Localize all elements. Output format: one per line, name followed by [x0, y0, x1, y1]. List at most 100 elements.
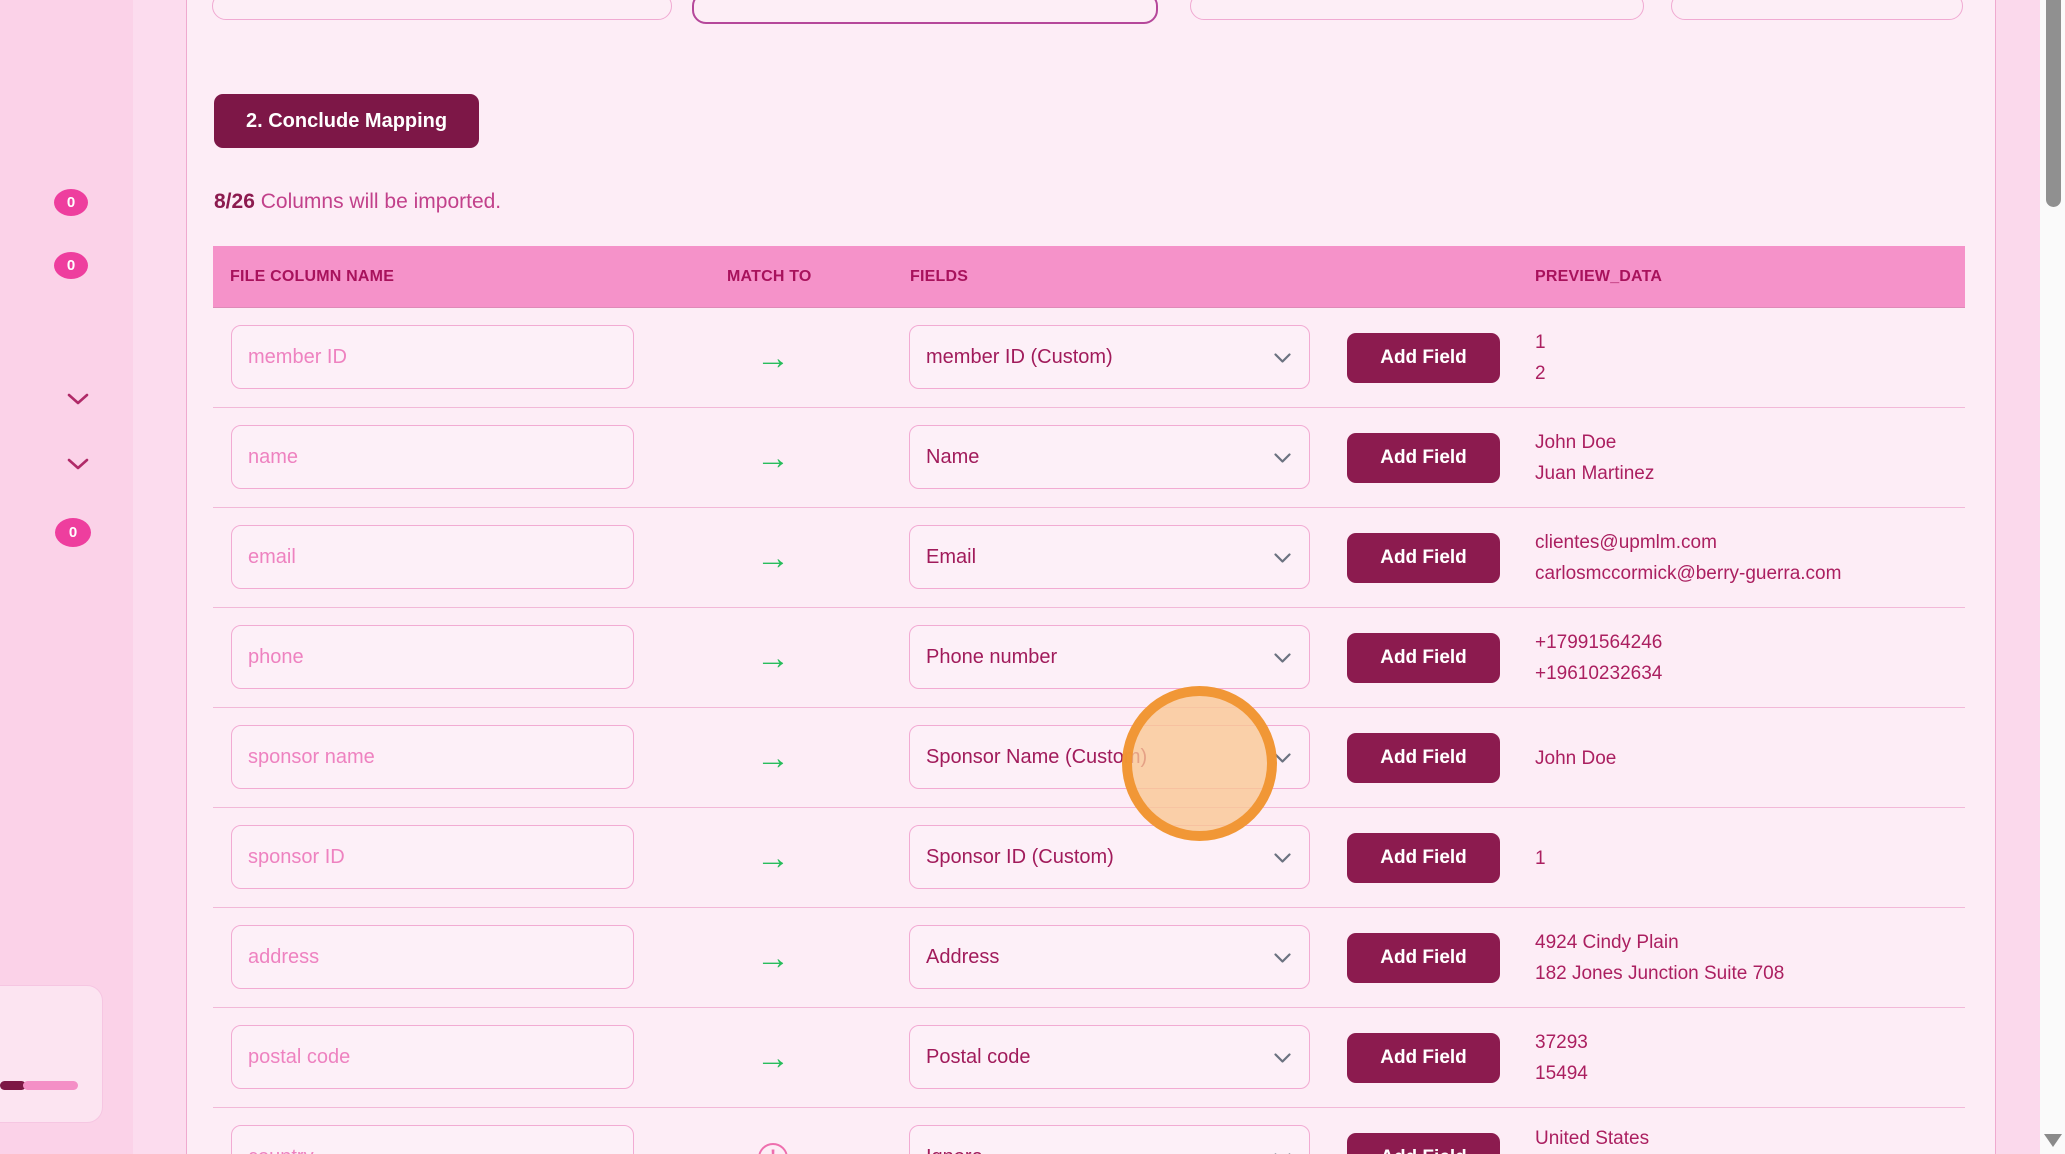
table-row: → ! Postal code Add Field 3729315494: [213, 1008, 1965, 1108]
preview-line: John Doe: [1535, 743, 1955, 774]
conclude-mapping-button[interactable]: 2. Conclude Mapping: [214, 94, 479, 148]
header-match-to: MATCH TO: [727, 246, 812, 308]
add-field-button[interactable]: Add Field: [1347, 733, 1500, 783]
match-arrow-icon: →: [756, 541, 790, 575]
file-column-input[interactable]: [231, 525, 634, 589]
field-select[interactable]: member ID (Custom): [909, 325, 1310, 389]
scrollbar-thumb[interactable]: [2046, 0, 2061, 207]
add-field-button[interactable]: Add Field: [1347, 533, 1500, 583]
field-select-value: member ID (Custom): [926, 346, 1113, 369]
field-select[interactable]: Ignore: [909, 1125, 1310, 1154]
cropped-card-focused[interactable]: [692, 0, 1158, 24]
field-select-value: Sponsor Name (Custom): [926, 746, 1147, 769]
chevron-down-icon: [1274, 753, 1291, 764]
field-select-value: Address: [926, 946, 999, 969]
column-mapping-table: FILE COLUMN NAME MATCH TO FIELDS PREVIEW…: [213, 246, 1965, 1154]
field-select[interactable]: Phone number: [909, 625, 1310, 689]
field-select-value: Email: [926, 546, 976, 569]
chevron-down-icon: [1274, 853, 1291, 864]
chevron-down-icon: [1274, 353, 1291, 364]
add-field-button[interactable]: Add Field: [1347, 433, 1500, 483]
match-arrow-icon: →: [756, 741, 790, 775]
preview-line: 182 Jones Junction Suite 708: [1535, 958, 1955, 989]
import-text: Columns will be imported.: [261, 190, 501, 213]
file-column-input[interactable]: [231, 925, 634, 989]
preview-data-cell: John DoeJuan Martinez: [1535, 408, 1955, 508]
field-select[interactable]: Postal code: [909, 1025, 1310, 1089]
add-field-button[interactable]: Add Field: [1347, 933, 1500, 983]
sidebar-secondary-rail: [133, 0, 186, 1154]
match-arrow-icon: →: [756, 641, 790, 675]
table-row: → ! Sponsor Name (Custom) Add Field John…: [213, 708, 1965, 808]
table-header-row: FILE COLUMN NAME MATCH TO FIELDS PREVIEW…: [213, 246, 1965, 308]
add-field-button[interactable]: Add Field: [1347, 633, 1500, 683]
import-summary: 8/26 Columns will be imported.: [214, 190, 501, 214]
preview-line: 1: [1535, 843, 1955, 874]
file-column-input[interactable]: [231, 1025, 634, 1089]
file-column-input[interactable]: [231, 625, 634, 689]
chevron-down-icon: [1274, 553, 1291, 564]
preview-line: 37293: [1535, 1027, 1955, 1058]
preview-line: 1: [1535, 327, 1955, 358]
field-select[interactable]: Address: [909, 925, 1310, 989]
table-row: → ! Name Add Field John DoeJuan Martinez: [213, 408, 1965, 508]
content-left-border: [186, 0, 187, 1154]
preview-line: 4924 Cindy Plain: [1535, 927, 1955, 958]
add-field-button[interactable]: Add Field: [1347, 833, 1500, 883]
header-fields: FIELDS: [910, 246, 968, 308]
table-row: → ! Email Add Field clientes@upmlm.comca…: [213, 508, 1965, 608]
preview-line: 2: [1535, 358, 1955, 389]
preview-line: Juan Martinez: [1535, 458, 1955, 489]
file-column-input[interactable]: [231, 725, 634, 789]
field-select[interactable]: Name: [909, 425, 1310, 489]
sidebar-count-badge: 0: [55, 518, 91, 547]
chevron-down-icon[interactable]: [66, 392, 90, 406]
chevron-down-icon[interactable]: [66, 457, 90, 471]
preview-line: John Doe: [1535, 427, 1955, 458]
field-select-value: Phone number: [926, 646, 1057, 669]
field-select[interactable]: Sponsor Name (Custom): [909, 725, 1310, 789]
file-column-input[interactable]: [231, 1125, 634, 1154]
preview-data-cell: +17991564246+19610232634: [1535, 608, 1955, 708]
table-row: → ! Sponsor ID (Custom) Add Field 1: [213, 808, 1965, 908]
scrollbar-down-arrow-icon[interactable]: [2044, 1134, 2062, 1147]
chevron-down-icon: [1274, 653, 1291, 664]
file-column-input[interactable]: [231, 825, 634, 889]
preview-data-cell: United States: [1535, 1108, 1955, 1154]
warning-circle-icon: !: [758, 1143, 788, 1154]
left-sidebar: [0, 0, 133, 1154]
preview-data-cell: clientes@upmlm.comcarlosmccormick@berry-…: [1535, 508, 1955, 608]
field-select-value: Name: [926, 446, 979, 469]
field-select-value: Sponsor ID (Custom): [926, 846, 1114, 869]
add-field-button[interactable]: Add Field: [1347, 1033, 1500, 1083]
match-arrow-icon: →: [756, 441, 790, 475]
cropped-card[interactable]: [212, 0, 672, 20]
field-select[interactable]: Email: [909, 525, 1310, 589]
preview-data-cell: 12: [1535, 308, 1955, 408]
file-column-input[interactable]: [231, 425, 634, 489]
cropped-card[interactable]: [1671, 0, 1963, 20]
file-column-input[interactable]: [231, 325, 634, 389]
match-arrow-icon: →: [756, 341, 790, 375]
match-arrow-icon: →: [756, 1041, 790, 1075]
preview-line: +19610232634: [1535, 658, 1955, 689]
table-row: → ! Phone number Add Field +17991564246+…: [213, 608, 1965, 708]
sidebar-count-badge: 0: [54, 252, 88, 279]
preview-line: 15494: [1535, 1058, 1955, 1089]
preview-data-cell: John Doe: [1535, 708, 1955, 808]
table-row: → ! member ID (Custom) Add Field 12: [213, 308, 1965, 408]
preview-data-cell: 3729315494: [1535, 1008, 1955, 1108]
table-row: → ! Address Add Field 4924 Cindy Plain18…: [213, 908, 1965, 1008]
field-select-value: Postal code: [926, 1046, 1031, 1069]
add-field-button[interactable]: Add Field: [1347, 333, 1500, 383]
preview-line: +17991564246: [1535, 627, 1955, 658]
preview-line: carlosmccormick@berry-guerra.com: [1535, 558, 1955, 589]
table-row: → ! Ignore Add Field United States: [213, 1108, 1965, 1154]
field-select[interactable]: Sponsor ID (Custom): [909, 825, 1310, 889]
chevron-down-icon: [1274, 453, 1291, 464]
add-field-button[interactable]: Add Field: [1347, 1133, 1500, 1154]
cropped-card[interactable]: [1190, 0, 1644, 20]
progress-bar-track: [23, 1081, 78, 1090]
import-count: 8/26: [214, 190, 255, 213]
right-margin-rail: [1996, 0, 2040, 1154]
